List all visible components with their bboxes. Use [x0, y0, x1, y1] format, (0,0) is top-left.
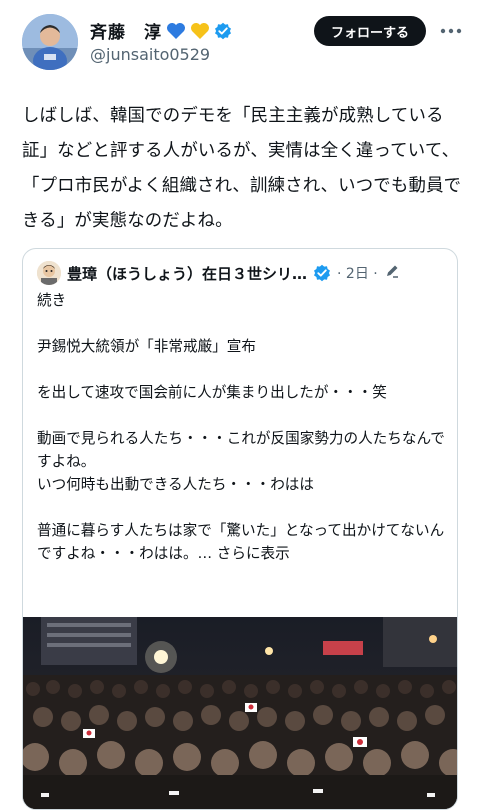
follow-button[interactable]: フォローする [314, 16, 426, 46]
quoted-tweet[interactable]: 豊璋（ほうしょう）在日３世シリ… · 2日 · 続き 尹錫悦大統領が「非常戒厳」… [22, 248, 458, 810]
more-options-icon[interactable] [438, 18, 464, 44]
tweet-header: 斉藤 淳 @junsaito0529 フォローする [0, 0, 480, 90]
quoted-date[interactable]: · 2日 · [337, 263, 378, 283]
quoted-header: 豊璋（ほうしょう）在日３世シリ… · 2日 · [37, 261, 447, 285]
quoted-body: 続き 尹錫悦大統領が「非常戒厳」宣布 を出して速攻で国会前に人が集まり出したが・… [37, 292, 445, 562]
edited-pencil-icon [384, 263, 400, 283]
verified-badge-icon[interactable] [214, 22, 232, 40]
quoted-avatar [37, 261, 61, 285]
author-name-row: 斉藤 淳 [90, 18, 232, 43]
post-text: しばしば、韓国でのデモを「民主主義が成熟している証」などと評する人がいるが、実情… [22, 106, 462, 231]
quoted-verified-icon [313, 264, 331, 282]
crowd-photo[interactable] [23, 617, 457, 809]
author-avatar[interactable] [22, 14, 78, 70]
author-name[interactable]: 斉藤 淳 [90, 18, 162, 43]
show-more-link[interactable]: さらに表示 [212, 545, 290, 562]
quoted-author-name[interactable]: 豊璋（ほうしょう）在日３世シリ… [67, 263, 307, 284]
blue-heart-icon [166, 22, 186, 40]
quoted-text: 続き 尹錫悦大統領が「非常戒厳」宣布 を出して速攻で国会前に人が集まり出したが・… [37, 289, 447, 565]
yellow-heart-icon [190, 22, 210, 40]
author-handle[interactable]: @junsaito0529 [90, 45, 210, 64]
